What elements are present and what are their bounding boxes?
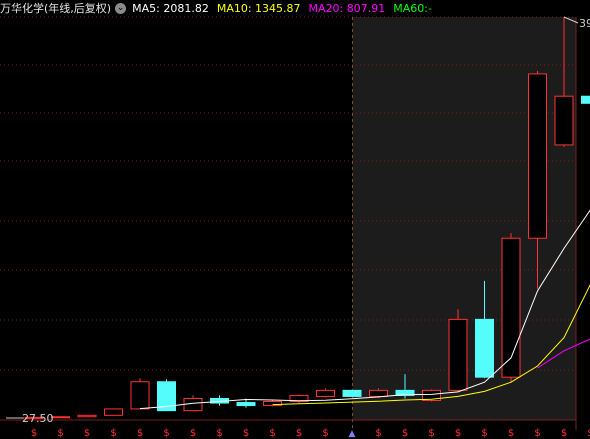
- candle-body-down: [342, 389, 362, 397]
- ma10-value: 1345.87: [255, 1, 301, 15]
- dividend-marker-icon[interactable]: $: [190, 428, 196, 439]
- dividend-marker-icon[interactable]: $: [243, 428, 249, 439]
- dividend-marker-icon[interactable]: $: [110, 428, 116, 439]
- dividend-marker-icon[interactable]: $: [508, 428, 514, 439]
- dividend-marker-icon[interactable]: $: [428, 428, 434, 439]
- ma20-legend: MA20: 807.91: [309, 2, 386, 15]
- dividend-marker-icon[interactable]: $: [216, 428, 222, 439]
- ma20-label: MA20:: [308, 1, 344, 15]
- ma5-label: MA5:: [132, 1, 160, 15]
- dividend-marker-icon[interactable]: $: [137, 428, 143, 439]
- dividend-marker-icon[interactable]: $: [561, 428, 567, 439]
- ma5-value: 2081.82: [163, 1, 209, 15]
- candle-body-up: [554, 95, 574, 146]
- dividend-marker-icon[interactable]: $: [455, 428, 461, 439]
- dividend-marker-icon[interactable]: $: [402, 428, 408, 439]
- candle-body-up: [104, 408, 123, 416]
- chart-title: 万华化学(年线,后复权): [0, 2, 112, 15]
- ma60-label: MA60:: [393, 1, 428, 15]
- candle-body-down: [475, 318, 494, 378]
- candle-body-up: [528, 73, 547, 239]
- ma5-legend: MA5: 2081.82: [132, 2, 209, 15]
- candle-body-up: [51, 416, 70, 419]
- kline-chart-panel[interactable]: 398127.50$$$$$$$$$$$$▲$$$$$$$$$ 万华化学(年线,…: [0, 0, 590, 439]
- candle-body-up: [448, 318, 468, 391]
- candle-body-up: [369, 389, 388, 397]
- dividend-marker-icon[interactable]: $: [481, 428, 487, 439]
- candlestick-chart[interactable]: 398127.50$$$$$$$$$$$$▲$$$$$$$$$: [0, 0, 590, 439]
- dividend-marker-icon[interactable]: $: [269, 428, 275, 439]
- ma10-legend: MA10: 1345.87: [217, 2, 301, 15]
- min-price-label: 27.50: [22, 412, 54, 425]
- dividend-marker-icon[interactable]: $: [31, 428, 37, 439]
- candle-body-down: [236, 402, 256, 407]
- candle-body-up: [316, 389, 335, 397]
- dividend-marker-icon[interactable]: $: [322, 428, 328, 439]
- max-price-label: 3981: [579, 17, 590, 30]
- dividend-marker-icon[interactable]: $: [375, 428, 381, 439]
- ma60-legend: MA60:-: [393, 2, 432, 15]
- dividend-marker-icon[interactable]: $: [84, 428, 90, 439]
- candle-body-down: [581, 95, 590, 104]
- chevron-down-icon[interactable]: ⌄: [115, 2, 127, 14]
- ma10-label: MA10:: [216, 1, 252, 15]
- dividend-marker-icon[interactable]: $: [296, 428, 302, 439]
- candle-body-up: [130, 381, 150, 410]
- dividend-marker-icon[interactable]: $: [163, 428, 169, 439]
- dividend-marker-icon[interactable]: $: [57, 428, 63, 439]
- event-marker-icon[interactable]: ▲: [349, 429, 356, 439]
- candle-body-up: [77, 414, 97, 418]
- candle-body-up: [263, 401, 282, 407]
- chart-legend: 万华化学(年线,后复权) ⌄ MA5: 2081.82 MA10: 1345.8…: [0, 0, 440, 16]
- ma20-value: 807.91: [346, 1, 386, 15]
- candle-body-up: [501, 237, 521, 378]
- ma60-value: -: [427, 1, 432, 15]
- dividend-marker-icon[interactable]: $: [534, 428, 540, 439]
